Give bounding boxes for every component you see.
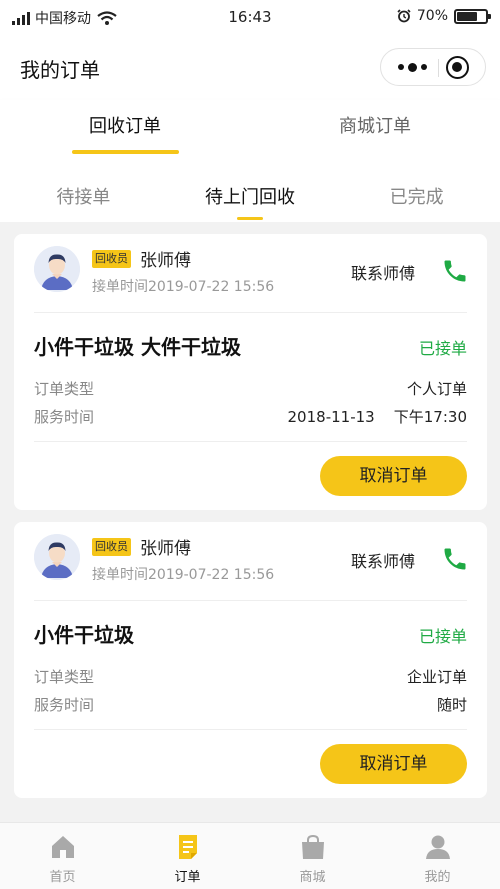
contact-worker-button[interactable]: 联系师傅 [351,548,415,572]
status-badge: 已接单 [418,339,467,358]
avatar [34,246,80,292]
status-bar: 中国移动 16:43 70% [0,0,500,34]
service-time-value: 随时 [436,696,467,714]
divider [34,729,467,730]
shopping-bag-icon [301,834,324,859]
tab-awaiting-pickup[interactable]: 待上门回收 [167,166,334,222]
worker-name: 张师傅 [140,251,191,271]
accept-time: 接单时间2019-07-22 15:56 [92,279,275,295]
order-icon [178,835,197,859]
tab-mine[interactable]: 我的 [375,823,500,889]
order-card: 回收员 张师傅 接单时间2019-07-22 15:56 联系师傅 小件干垃圾 … [14,522,487,798]
main-tabs: 回收订单 商城订单 [0,100,500,154]
tab-label: 我的 [424,870,451,885]
accept-time: 接单时间2019-07-22 15:56 [92,567,275,583]
order-type-label: 订单类型 [34,380,95,398]
tab-label: 订单 [174,870,201,885]
page-title: 我的订单 [20,58,100,82]
order-type-value: 个人订单 [406,380,467,398]
order-type-value: 企业订单 [406,668,467,686]
service-time-value: 2018-11-13 下午17:30 [287,408,467,426]
tab-orders[interactable]: 订单 [125,823,250,889]
tabs-spacer [0,154,500,166]
status-tabs: 待接单 待上门回收 已完成 [0,166,500,222]
battery-percent: 70% [416,8,448,24]
alarm-icon [397,9,411,23]
worker-name: 张师傅 [140,539,191,559]
more-icon[interactable] [391,49,433,85]
cancel-order-button[interactable]: 取消订单 [320,456,467,496]
mini-program-capsule [380,48,486,86]
status-badge: 已接单 [418,627,467,646]
avatar [34,534,80,580]
status-right: 70% [397,8,491,24]
service-time-label: 服务时间 [34,696,95,714]
role-badge: 回收员 [92,538,131,556]
service-time-label: 服务时间 [34,408,95,426]
divider [34,600,467,601]
tab-mall[interactable]: 商城 [250,823,375,889]
contact-worker-button[interactable]: 联系师傅 [351,260,415,284]
tab-home[interactable]: 首页 [0,823,125,889]
garbage-type: 小件干垃圾 [34,623,134,647]
divider [34,441,467,442]
close-mini-program-icon[interactable] [446,56,469,79]
garbage-type: 小件干垃圾 大件干垃圾 [34,335,241,359]
role-badge: 回收员 [92,250,131,268]
user-icon [425,835,450,859]
order-card: 回收员 张师傅 接单时间2019-07-22 15:56 联系师傅 小件干垃圾 … [14,234,487,510]
divider [34,312,467,313]
tab-recycle-orders[interactable]: 回收订单 [0,100,250,154]
nav-bar: 我的订单 [0,34,500,100]
tab-pending[interactable]: 待接单 [0,166,167,222]
home-icon [51,836,74,858]
phone-icon[interactable] [441,257,469,285]
tab-mall-orders[interactable]: 商城订单 [250,100,500,154]
phone-icon[interactable] [441,545,469,573]
tab-label: 商城 [299,870,326,885]
tab-label: 首页 [49,870,76,885]
tab-completed[interactable]: 已完成 [333,166,500,222]
order-type-label: 订单类型 [34,668,95,686]
capsule-divider [438,59,439,77]
battery-icon [454,8,491,24]
cancel-order-button[interactable]: 取消订单 [320,744,467,784]
bottom-tab-bar: 首页 订单 商城 我的 [0,822,500,889]
